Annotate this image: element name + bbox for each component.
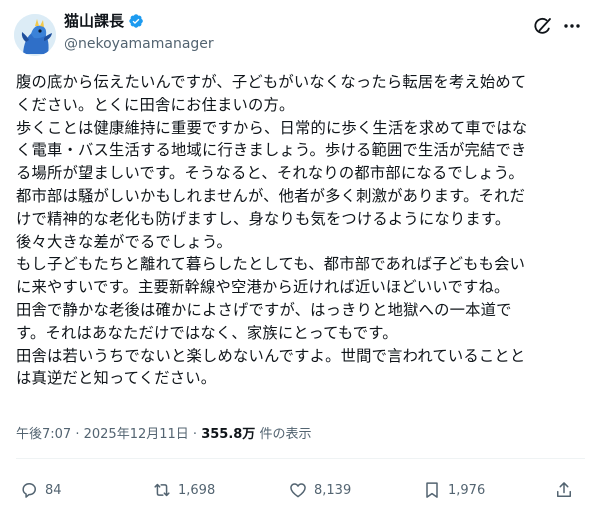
post-line: もし子どもたちと離れて暮らしたとしても、都市部であれば子どもも会い	[16, 255, 526, 274]
like-count: 8,139	[314, 482, 352, 498]
bookmark-button[interactable]: 1,976	[422, 476, 485, 504]
post-card: 猫山課長 @nekoyamamanager 腹の底から伝えたいんですが、子どもが…	[0, 0, 601, 518]
share-button[interactable]	[554, 476, 574, 504]
post-line: ください。とくに田舎にお住まいの方。	[16, 95, 295, 114]
repost-icon	[154, 483, 170, 497]
repost-button[interactable]: 1,698	[152, 476, 215, 504]
post-meta: 午後7:07 · 2025年12月11日 · 355.8万 件の表示	[16, 426, 311, 444]
post-line: 田舎は若いうちでないと楽しめないんですよ。世間で言われていることと	[16, 346, 526, 365]
like-icon	[290, 483, 306, 498]
author-name[interactable]: 猫山課長	[64, 12, 144, 30]
post-line: 田舎で静かな老後は確かによさげですが、はっきりと地獄への一本道で	[16, 300, 512, 319]
bookmark-count: 1,976	[448, 482, 486, 498]
bookmark-icon	[426, 482, 438, 498]
post-body: 腹の底から伝えたいんですが、子どもがいなくなったら転居を考え始めて ください。と…	[16, 71, 588, 390]
post-line: 都市部は騒がしいかもしれませんが、他者が多く刺激があります。それだ	[16, 186, 526, 205]
post-line: に来やすいです。主要新幹線や空港から近ければ近いほどいいですね。	[16, 278, 510, 297]
more-icon[interactable]	[562, 16, 582, 36]
post-line: 腹の底から伝えたいんですが、子どもがいなくなったら転居を考え始めて	[16, 73, 527, 91]
post-line: く電車・バス生活する地域に行きましょう。歩ける範囲で生活が完結でき	[16, 141, 527, 160]
view-count-label: 件の表示	[255, 427, 312, 442]
grok-icon[interactable]	[533, 16, 553, 36]
like-button[interactable]: 8,139	[288, 476, 351, 504]
verified-badge-icon	[128, 13, 144, 29]
post-line: けで精神的な老化も防げますし、身なりも気をつけるようになります。	[16, 209, 511, 228]
divider	[16, 458, 585, 459]
post-time[interactable]: 午後7:07	[16, 427, 71, 442]
reply-count: 84	[45, 482, 62, 498]
view-count[interactable]: 355.8万	[201, 427, 255, 442]
reply-icon	[22, 483, 36, 498]
author-name-text: 猫山課長	[64, 12, 125, 30]
meta-separator: ·	[188, 427, 202, 442]
repost-count: 1,698	[178, 482, 216, 498]
post-line: す。それはあなただけではなく、家族にとってもです。	[16, 323, 398, 342]
post-date[interactable]: 2025年12月11日	[84, 427, 189, 442]
post-line: は真逆だと知ってください。	[16, 369, 217, 388]
post-line: 後々大きな差がでるでしょう。	[16, 232, 233, 251]
share-icon	[557, 482, 571, 497]
reply-button[interactable]: 84	[19, 476, 62, 504]
post-line: る場所が望ましいです。そうなると、それなりの都市部になるでしょう。	[16, 164, 524, 183]
meta-separator: ·	[71, 427, 84, 442]
author-handle[interactable]: @nekoyamamanager	[64, 35, 214, 53]
post-line: 歩くことは健康維持に重要ですから、日常的に歩く生活を求めて車ではな	[16, 118, 528, 137]
avatar[interactable]	[14, 14, 56, 56]
action-bar: 84 1,698 8,139 1,976	[0, 476, 601, 504]
